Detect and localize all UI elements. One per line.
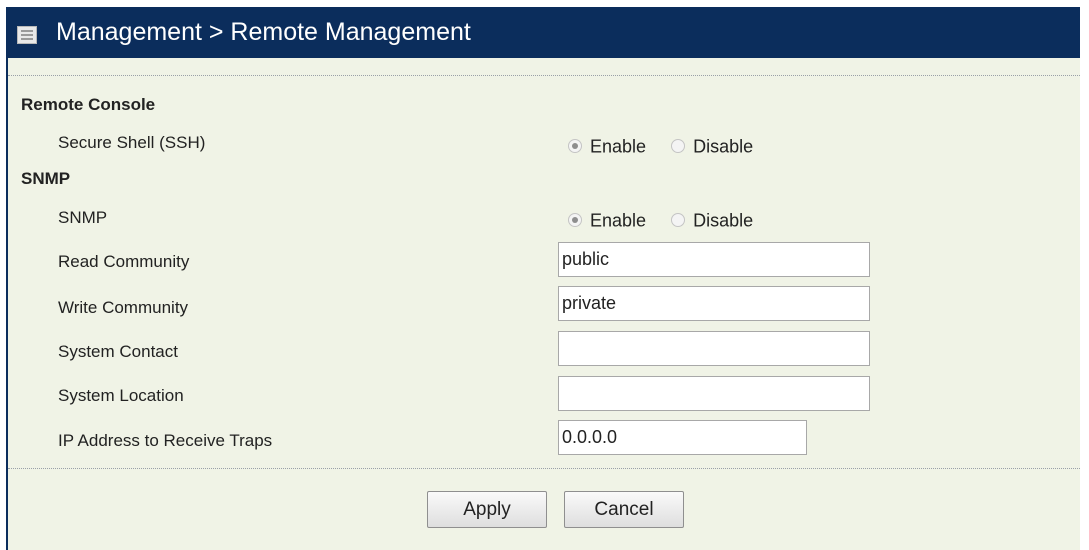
snmp-enable-label[interactable]: Enable <box>590 210 646 230</box>
trap-ip-label: IP Address to Receive Traps <box>58 431 273 450</box>
top-divider <box>8 75 1080 76</box>
snmp-radio-group: Enable Disable <box>568 209 753 230</box>
ssh-enable-label[interactable]: Enable <box>590 136 646 156</box>
apply-button[interactable]: Apply <box>427 491 547 528</box>
system-location-label: System Location <box>58 386 184 405</box>
ssh-label: Secure Shell (SSH) <box>58 133 206 152</box>
ssh-enable-radio[interactable] <box>568 139 582 154</box>
section-heading-snmp: SNMP <box>21 169 71 188</box>
ssh-disable-label[interactable]: Disable <box>693 136 753 156</box>
write-community-input[interactable] <box>558 286 870 321</box>
snmp-disable-label[interactable]: Disable <box>693 210 753 230</box>
write-community-label: Write Community <box>58 298 189 317</box>
system-contact-label: System Contact <box>58 342 178 361</box>
snmp-label: SNMP <box>58 208 108 227</box>
snmp-disable-radio[interactable] <box>671 213 686 228</box>
ssh-disable-radio[interactable] <box>671 139 686 154</box>
read-community-input[interactable] <box>558 242 870 277</box>
cancel-button[interactable]: Cancel <box>564 491 684 528</box>
title-bar: Management > Remote Management <box>8 7 1080 58</box>
system-contact-input[interactable] <box>558 331 870 366</box>
ssh-radio-group: Enable Disable <box>568 135 753 156</box>
read-community-label: Read Community <box>58 252 190 271</box>
remote-management-panel: Management > Remote Management Remote Co… <box>6 7 1080 550</box>
section-heading-remote-console: Remote Console <box>21 95 156 114</box>
bottom-divider <box>8 468 1080 469</box>
trap-ip-input[interactable] <box>558 420 807 455</box>
system-location-input[interactable] <box>558 376 870 411</box>
page-icon <box>17 26 37 44</box>
page-title: Management > Remote Management <box>56 18 471 46</box>
snmp-enable-radio[interactable] <box>568 213 582 228</box>
